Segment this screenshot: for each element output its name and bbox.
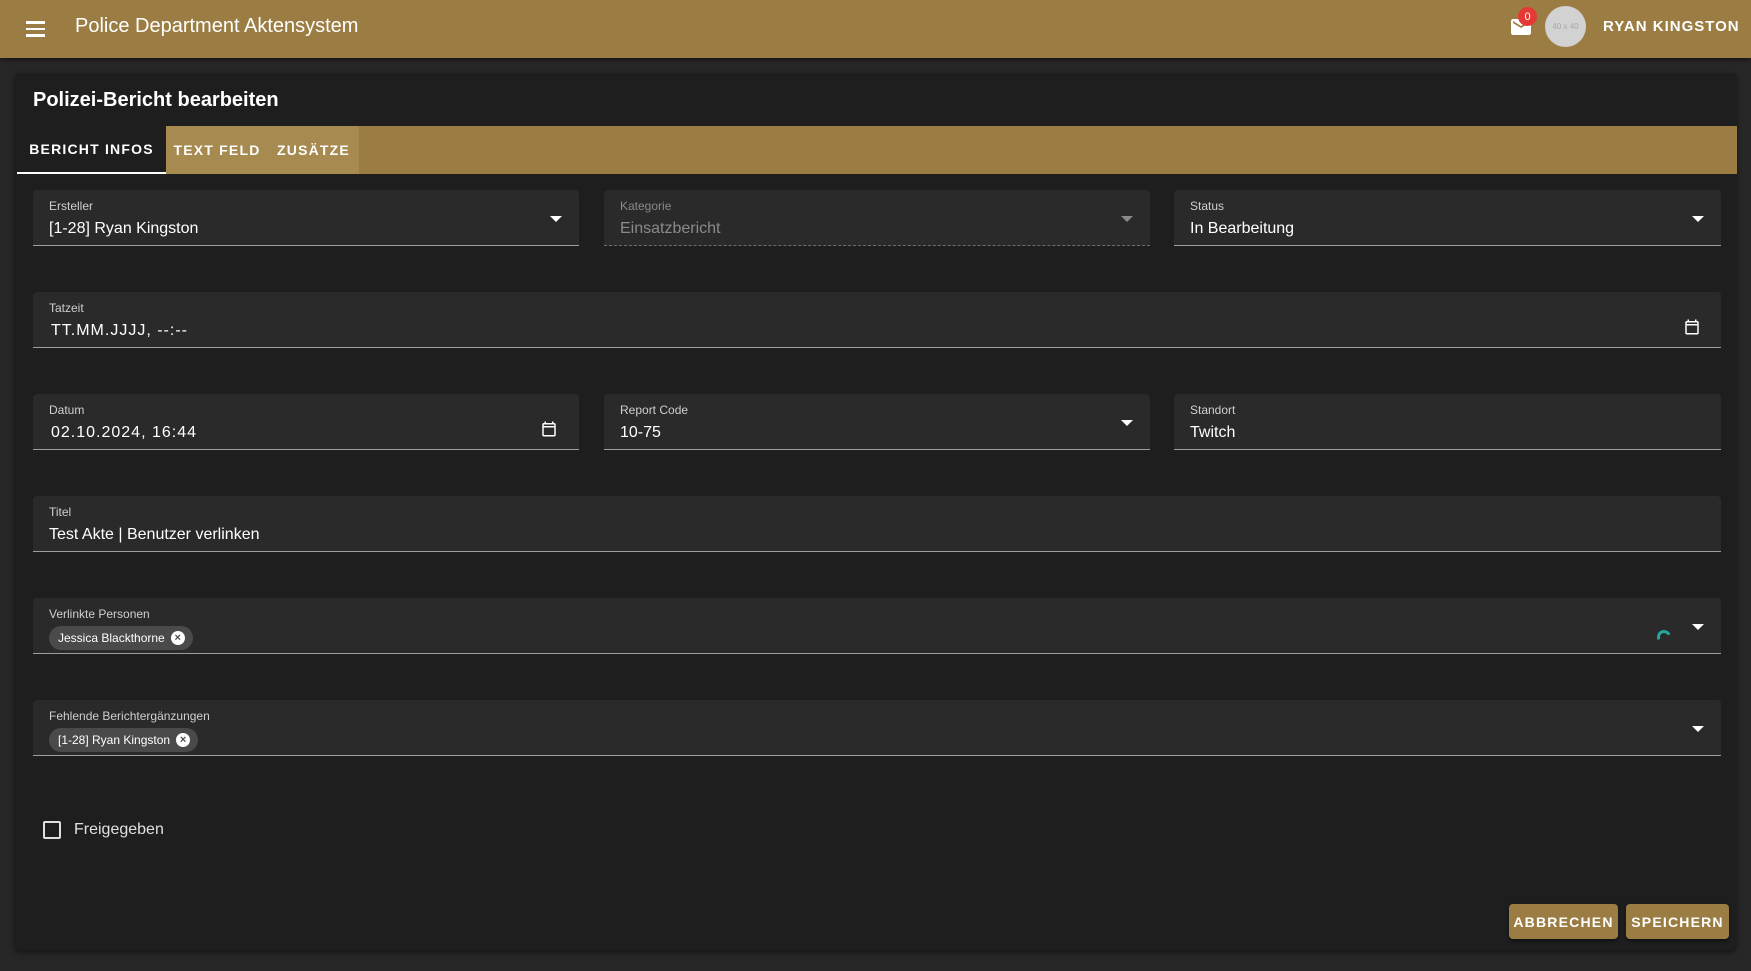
tatzeit-label: Tatzeit	[49, 301, 84, 315]
tatzeit-input[interactable]: Tatzeit TT.MM.JJJJ, --:--	[33, 292, 1721, 348]
verlinkte-personen-select[interactable]: Verlinkte Personen Jessica Blackthorne ×	[33, 598, 1721, 654]
ersteller-value: [1-28] Ryan Kingston	[49, 220, 199, 237]
chevron-down-icon[interactable]	[1692, 624, 1704, 630]
app-bar: Police Department Aktensystem 0 40 x 40 …	[0, 0, 1751, 58]
calendar-icon[interactable]	[540, 420, 558, 438]
ersteller-label: Ersteller	[49, 199, 94, 213]
avatar[interactable]: 40 x 40	[1545, 6, 1586, 47]
verlinkte-personen-label: Verlinkte Personen	[49, 607, 150, 621]
save-button[interactable]: SPEICHERN	[1626, 904, 1729, 939]
calendar-icon[interactable]	[1683, 318, 1701, 336]
status-select[interactable]: Status In Bearbeitung	[1174, 190, 1721, 246]
ergaenzung-chip: [1-28] Ryan Kingston ×	[49, 728, 199, 752]
kategorie-value: Einsatzbericht	[620, 220, 721, 237]
titel-value: Test Akte | Benutzer verlinken	[49, 526, 260, 543]
titel-label: Titel	[49, 505, 72, 519]
report-code-label: Report Code	[620, 403, 689, 417]
report-code-value: 10-75	[620, 424, 661, 441]
freigegeben-checkbox-row[interactable]: Freigegeben	[43, 821, 164, 839]
datum-input[interactable]: Datum 02.10.2024, 16:44	[33, 394, 579, 450]
tab-bar: BERICHT INFOS TEXT FELD ZUSÄTZE	[17, 126, 1737, 174]
chevron-down-icon[interactable]	[550, 216, 562, 222]
chevron-down-icon	[1121, 216, 1133, 222]
tatzeit-value: TT.MM.JJJJ, --:--	[51, 322, 188, 339]
user-name[interactable]: RYAN KINGSTON	[1603, 18, 1740, 35]
ergaenzung-chip-label: [1-28] Ryan Kingston	[58, 733, 171, 747]
standort-value: Twitch	[1190, 424, 1236, 441]
fehlende-ergaenzungen-label: Fehlende Berichtergänzungen	[49, 709, 210, 723]
chevron-down-icon[interactable]	[1692, 216, 1704, 222]
menu-icon[interactable]	[20, 14, 50, 44]
mail-count-badge: 0	[1518, 7, 1537, 26]
ersteller-select[interactable]: Ersteller [1-28] Ryan Kingston	[33, 190, 579, 246]
tab-zusaetze[interactable]: ZUSÄTZE	[268, 126, 359, 174]
standort-label: Standort	[1190, 403, 1236, 417]
loading-spinner-icon	[1655, 628, 1673, 646]
cancel-button[interactable]: ABBRECHEN	[1509, 904, 1618, 939]
chevron-down-icon[interactable]	[1692, 726, 1704, 732]
tab-bericht-infos[interactable]: BERICHT INFOS	[17, 126, 166, 174]
person-chip: Jessica Blackthorne ×	[49, 626, 193, 650]
close-circle-icon[interactable]: ×	[170, 631, 185, 645]
tab-text-feld[interactable]: TEXT FELD	[166, 126, 268, 174]
freigegeben-label: Freigegeben	[74, 821, 164, 838]
kategorie-select: Kategorie Einsatzbericht	[604, 190, 1150, 246]
titel-input[interactable]: Titel Test Akte | Benutzer verlinken	[33, 496, 1721, 552]
page-title: Polizei-Bericht bearbeiten	[33, 89, 279, 111]
chevron-down-icon[interactable]	[1121, 420, 1133, 426]
status-value: In Bearbeitung	[1190, 220, 1295, 237]
fehlende-ergaenzungen-select[interactable]: Fehlende Berichtergänzungen [1-28] Ryan …	[33, 700, 1721, 756]
close-circle-icon[interactable]: ×	[176, 733, 191, 747]
report-edit-card: Polizei-Bericht bearbeiten BERICHT INFOS…	[15, 73, 1737, 950]
person-chip-label: Jessica Blackthorne	[58, 631, 165, 645]
datum-value: 02.10.2024, 16:44	[51, 424, 198, 441]
status-label: Status	[1190, 199, 1225, 213]
checkbox-icon[interactable]	[43, 821, 61, 839]
app-title: Police Department Aktensystem	[75, 15, 359, 37]
standort-input[interactable]: Standort Twitch	[1174, 394, 1721, 450]
kategorie-label: Kategorie	[620, 199, 672, 213]
datum-label: Datum	[49, 403, 85, 417]
report-code-select[interactable]: Report Code 10-75	[604, 394, 1150, 450]
